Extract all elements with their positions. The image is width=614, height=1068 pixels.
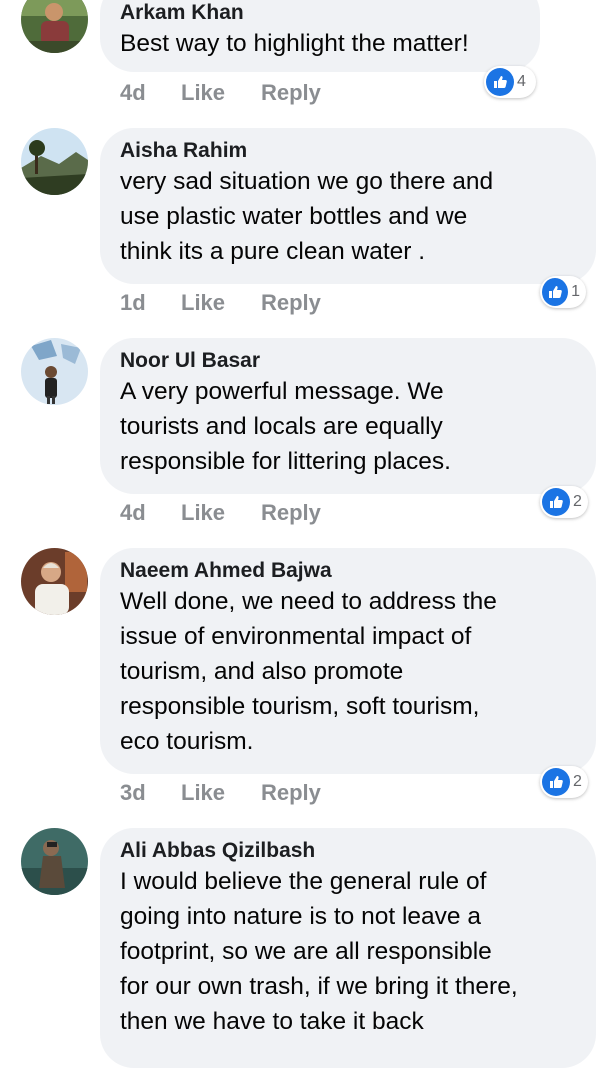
avatar[interactable] (21, 828, 88, 895)
avatar[interactable] (21, 128, 88, 195)
avatar[interactable] (21, 548, 88, 615)
reaction-count-badge[interactable]: 1 (540, 276, 586, 308)
reaction-count-badge[interactable]: 2 (540, 486, 588, 518)
like-button[interactable]: Like (181, 290, 225, 316)
comment-author[interactable]: Arkam Khan (120, 0, 520, 26)
like-button[interactable]: Like (181, 780, 225, 806)
comment-timestamp[interactable]: 1d (120, 290, 146, 316)
avatar[interactable] (21, 338, 88, 405)
comment-bubble: Arkam Khan Best way to highlight the mat… (100, 0, 540, 72)
comment-timestamp[interactable]: 3d (120, 780, 146, 806)
reply-button[interactable]: Reply (261, 80, 321, 106)
reaction-count: 4 (517, 73, 526, 90)
reaction-count: 1 (571, 283, 580, 300)
reaction-count-badge[interactable]: 4 (484, 66, 536, 98)
comment-timestamp[interactable]: 4d (120, 80, 146, 106)
comment-timestamp[interactable]: 4d (120, 500, 146, 526)
like-icon (542, 278, 569, 306)
comment-text: A very powerful message. We tourists and… (120, 378, 451, 475)
like-button[interactable]: Like (181, 80, 225, 106)
comment-text: Well done, we need to address the issue … (120, 588, 497, 755)
comment-text: I would believe the general rule of goin… (120, 868, 518, 1035)
like-button[interactable]: Like (181, 500, 225, 526)
comment-text: Best way to highlight the matter! (120, 30, 469, 57)
comment-text: very sad situation we go there and use p… (120, 168, 494, 265)
reply-button[interactable]: Reply (261, 780, 321, 806)
comment-author[interactable]: Naeem Ahmed Bajwa (120, 558, 576, 584)
reply-button[interactable]: Reply (261, 500, 321, 526)
reaction-count-badge[interactable]: 2 (540, 766, 588, 798)
avatar[interactable] (21, 0, 88, 53)
reaction-count: 2 (573, 773, 582, 790)
comment-author[interactable]: Ali Abbas Qizilbash (120, 838, 576, 864)
like-icon (542, 488, 570, 516)
comment-bubble: Aisha Rahim very sad situation we go the… (100, 128, 596, 284)
reaction-count: 2 (573, 493, 582, 510)
comment-bubble: Naeem Ahmed Bajwa Well done, we need to … (100, 548, 596, 774)
comment-author[interactable]: Noor Ul Basar (120, 348, 576, 374)
comment-bubble: Ali Abbas Qizilbash I would believe the … (100, 828, 596, 1068)
like-icon (486, 68, 514, 96)
like-icon (542, 768, 570, 796)
comment-author[interactable]: Aisha Rahim (120, 138, 576, 164)
reply-button[interactable]: Reply (261, 290, 321, 316)
comment-bubble: Noor Ul Basar A very powerful message. W… (100, 338, 596, 494)
